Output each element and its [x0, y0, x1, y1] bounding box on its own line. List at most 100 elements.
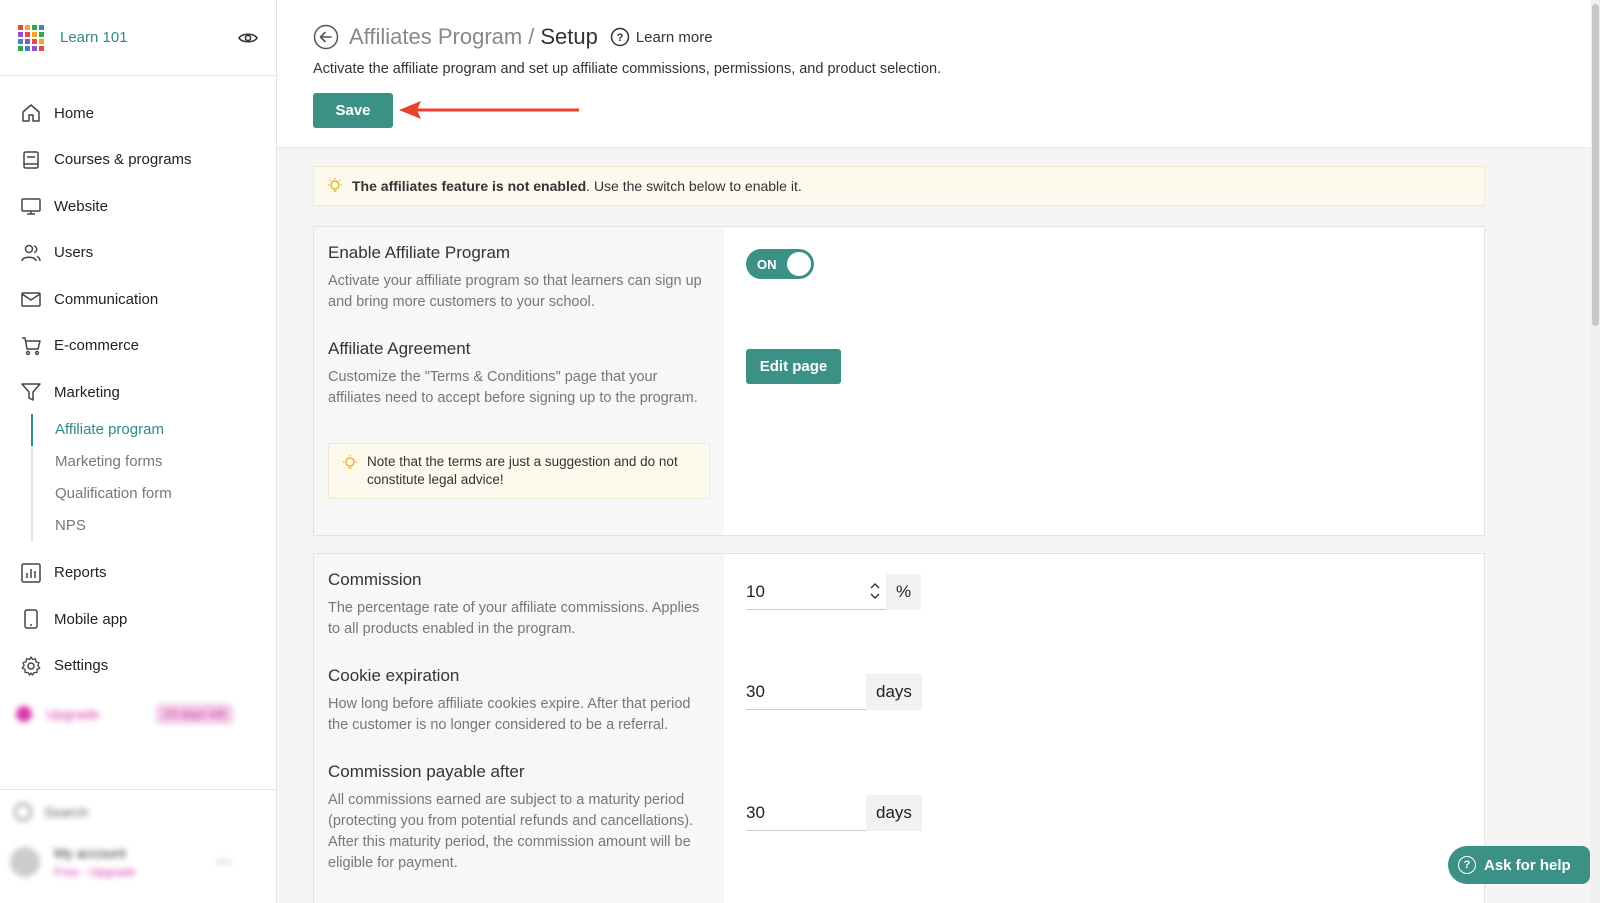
sub-item-affiliate-program[interactable]: Affiliate program — [31, 413, 276, 446]
more-icon[interactable]: — — [215, 853, 231, 871]
annotation-arrow-icon — [399, 101, 579, 119]
sub-item-qualification-form[interactable]: Qualification form — [31, 477, 276, 510]
help-icon: ? — [1458, 856, 1476, 874]
ask-for-help-button[interactable]: ? Ask for help — [1448, 846, 1590, 884]
eye-icon[interactable] — [238, 28, 258, 48]
sidebar-footer: Search My account Free - Upgrade — — [0, 789, 276, 903]
app-logo-icon[interactable] — [18, 24, 44, 51]
scrollbar-thumb[interactable] — [1592, 4, 1599, 326]
commission-card-labels: Commission The percentage rate of your a… — [314, 554, 724, 903]
commission-block: Commission The percentage rate of your a… — [328, 570, 710, 640]
nav-label: Communication — [54, 290, 159, 308]
sub-item-marketing-forms[interactable]: Marketing forms — [31, 445, 276, 478]
nav-item-users[interactable]: Users — [0, 230, 276, 277]
payable-field: 30 days — [746, 795, 922, 831]
avatar — [10, 847, 40, 877]
cookie-input[interactable]: 30 — [746, 674, 866, 710]
logo-square — [32, 31, 37, 37]
payable-desc: All commissions earned are subject to a … — [328, 792, 694, 871]
logo-square — [18, 38, 23, 44]
legal-note-text: Note that the terms are just a suggestio… — [367, 454, 678, 487]
settings-content: The affiliates feature is not enabled . … — [277, 148, 1591, 903]
cookie-unit: days — [866, 674, 922, 710]
commission-value: 10 — [746, 581, 765, 601]
enable-affiliate-toggle[interactable]: ON — [746, 249, 814, 279]
edit-page-button[interactable]: Edit page — [746, 349, 841, 384]
logo-square — [25, 24, 30, 30]
commission-card: Commission The percentage rate of your a… — [313, 553, 1485, 903]
search-label: Search — [44, 804, 89, 820]
nav-item-ecommerce[interactable]: E-commerce — [0, 323, 276, 370]
nav-item-reports[interactable]: Reports — [0, 550, 276, 597]
users-icon — [20, 242, 42, 264]
nav-label: E-commerce — [54, 337, 140, 355]
enable-program-title: Enable Affiliate Program — [328, 243, 511, 262]
nav-item-settings[interactable]: Settings — [0, 643, 276, 690]
toggle-label: ON — [757, 256, 777, 272]
nav-label: Reports — [54, 564, 107, 582]
commission-title: Commission — [328, 570, 422, 589]
logo-square — [32, 45, 37, 51]
mobile-icon — [20, 608, 42, 630]
enable-card-controls: ON Edit page — [724, 227, 1484, 535]
ask-for-help-label: Ask for help — [1484, 856, 1571, 874]
cart-icon — [20, 335, 42, 357]
upgrade-label: Upgrade — [46, 706, 100, 722]
funnel-icon — [20, 381, 42, 403]
home-icon — [20, 102, 42, 124]
cookie-value: 30 — [746, 681, 765, 701]
nav-label: Mobile app — [54, 610, 128, 628]
school-name[interactable]: Learn 101 — [60, 29, 238, 46]
legal-note: Note that the terms are just a suggestio… — [328, 443, 710, 499]
logo-square — [18, 45, 23, 51]
logo-square — [39, 38, 44, 44]
payable-unit: days — [866, 795, 922, 831]
sidebar-search[interactable]: Search — [0, 790, 276, 834]
account-menu[interactable]: My account Free - Upgrade — — [0, 834, 276, 890]
logo-square — [18, 24, 23, 30]
sub-item-nps[interactable]: NPS — [31, 509, 276, 542]
nav-item-courses[interactable]: Courses & programs — [0, 137, 276, 184]
toggle-knob — [787, 252, 811, 276]
main-content: Affiliates Program / Setup ? Learn more … — [277, 0, 1591, 903]
nav-item-communication[interactable]: Communication — [0, 276, 276, 323]
stepper-icon[interactable] — [870, 582, 880, 600]
commission-input[interactable]: 10 — [746, 574, 886, 610]
nav-item-home[interactable]: Home — [0, 90, 276, 137]
nav-label: Courses & programs — [54, 151, 192, 169]
save-button[interactable]: Save — [313, 93, 393, 128]
cookie-field: 30 days — [746, 674, 922, 710]
learn-more-link[interactable]: Learn more — [636, 29, 713, 46]
account-name: My account — [54, 845, 126, 861]
lightbulb-icon — [341, 454, 359, 489]
breadcrumb-parent[interactable]: Affiliates Program — [349, 24, 522, 50]
cookie-title: Cookie expiration — [328, 666, 460, 685]
gear-icon — [20, 655, 42, 677]
svg-text:?: ? — [616, 32, 623, 44]
warning-banner: The affiliates feature is not enabled . … — [313, 166, 1485, 206]
nav-item-marketing[interactable]: Marketing — [0, 369, 276, 416]
commission-field: 10 % — [746, 574, 922, 610]
nav-label: Website — [54, 197, 108, 215]
enable-program-desc: Activate your affiliate program so that … — [328, 273, 702, 310]
nav-label: Marketing — [54, 383, 120, 401]
payable-input[interactable]: 30 — [746, 795, 866, 831]
title-row: Affiliates Program / Setup ? Learn more — [313, 22, 1591, 52]
brand-header: Learn 101 — [0, 0, 276, 76]
page-subtitle: Activate the affiliate program and set u… — [313, 61, 942, 77]
logo-square — [39, 45, 44, 51]
enable-program-block: Enable Affiliate Program Activate your a… — [328, 243, 710, 313]
help-circle-icon[interactable]: ? — [610, 27, 630, 47]
page-header: Affiliates Program / Setup ? Learn more … — [277, 0, 1591, 148]
nav-label: Settings — [54, 657, 109, 675]
nav-item-website[interactable]: Website — [0, 183, 276, 230]
search-icon — [14, 803, 32, 821]
nav-label: Home — [54, 104, 95, 122]
back-arrow-icon[interactable] — [313, 24, 339, 50]
banner-text: . Use the switch below to enable it. — [586, 178, 802, 194]
payable-value: 30 — [746, 802, 765, 822]
nav-item-mobile-app[interactable]: Mobile app — [0, 596, 276, 643]
upgrade-item[interactable]: Upgrade 24 days left — [0, 693, 276, 735]
cookie-block: Cookie expiration How long before affili… — [328, 666, 710, 736]
page-scrollbar[interactable] — [1591, 0, 1600, 903]
